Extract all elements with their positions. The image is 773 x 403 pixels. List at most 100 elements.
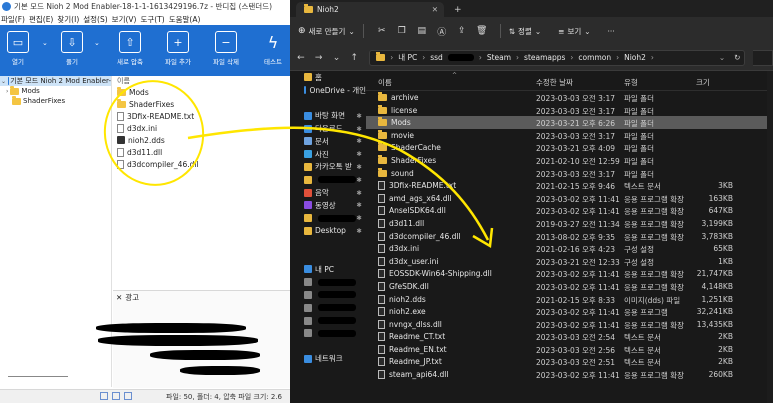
extract-button[interactable]: ⇩ 풀기 ⌄ — [58, 25, 100, 76]
vertical-scrollbar[interactable] — [767, 71, 773, 403]
new-tab-button[interactable]: + — [454, 5, 462, 17]
close-icon[interactable]: ✕ — [432, 5, 438, 14]
sidebar-item[interactable]: 바탕 화면 ✱ — [290, 109, 366, 122]
chevron-right-icon[interactable]: › — [6, 88, 8, 95]
refresh-icon[interactable]: ↻ — [734, 53, 740, 62]
sidebar-item[interactable]: ✱ — [290, 212, 366, 225]
breadcrumb-my-pc[interactable]: 내 PC — [398, 52, 417, 63]
sidebar-item[interactable]: 동영상 ✱ — [290, 199, 366, 212]
table-row[interactable]: nioh2.exe 2023-03-02 오후 11:41 응용 프로그램 32,24… — [366, 305, 773, 318]
icon-view-icon[interactable] — [124, 392, 132, 400]
rename-icon[interactable]: Ⓐ — [432, 25, 452, 38]
table-row[interactable]: nioh2.dds 2021-02-15 오후 8:33 이미지(dds) 파일 1,… — [366, 293, 773, 306]
sidebar-item[interactable] — [290, 289, 366, 302]
tree-root[interactable]: ⌄ 기본 모드 Nioh 2 Mod Enabler- — [0, 76, 111, 86]
table-row[interactable]: EOSSDK-Win64-Shipping.dll 2023-03-02 오후 1… — [366, 267, 773, 280]
up-arrow-icon[interactable]: ↑ — [349, 53, 359, 63]
breadcrumb-steam[interactable]: Steam — [487, 53, 511, 62]
sort-button[interactable]: ⇅ 정렬 ⌄ — [509, 26, 541, 37]
add-file-button[interactable]: + 파일 추가 — [158, 25, 198, 76]
copy-icon[interactable]: ❐ — [392, 26, 412, 36]
share-icon[interactable]: ⇪ — [452, 26, 472, 36]
search-input[interactable] — [753, 49, 773, 66]
file-name-cell: GfeSDK.dll — [378, 281, 429, 291]
table-row[interactable]: 3Dfix-README.txt 2021-02-15 오후 9:46 텍스트 문서… — [366, 179, 773, 192]
chevron-down-icon[interactable]: ⌄ — [42, 39, 48, 47]
table-row[interactable]: Readme_CT.txt 2023-03-03 오전 2:54 텍스트 문서 2KB — [366, 330, 773, 343]
table-row[interactable]: d3dx.ini 2021-02-16 오후 4:23 구성 설정 65KB — [366, 242, 773, 255]
sidebar-item[interactable]: 다운로드 ✱ — [290, 122, 366, 135]
new-archive-button[interactable]: ⇧ 새로 압축 — [110, 25, 150, 76]
sidebar-item[interactable]: 문서 ✱ — [290, 135, 366, 148]
sidebar-item[interactable]: 내 PC — [290, 263, 366, 276]
sidebar-item[interactable]: 음악 ✱ — [290, 186, 366, 199]
chevron-down-icon[interactable]: ⌄ — [719, 53, 725, 62]
table-row[interactable]: ShaderCache 2023-03-21 오후 4:09 파일 폴더 — [366, 141, 773, 154]
column-header-size[interactable]: 크기 — [696, 77, 710, 88]
tree-scrollbar[interactable] — [8, 376, 68, 377]
table-row[interactable]: steam_api64.dll 2023-03-02 오후 11:41 응용 프로그… — [366, 368, 773, 381]
forward-arrow-icon[interactable]: → — [314, 53, 324, 63]
back-arrow-icon[interactable]: ← — [296, 53, 306, 63]
sidebar-item[interactable]: ✱ — [290, 173, 366, 186]
table-row[interactable]: AnselSDK64.dll 2023-03-02 오후 11:41 응용 프로그램… — [366, 204, 773, 217]
chevron-down-icon[interactable]: ⌄ — [332, 53, 342, 63]
table-row[interactable]: GfeSDK.dll 2023-03-02 오후 11:41 응용 프로그램 확장 4… — [366, 280, 773, 293]
table-row[interactable]: d3dcompiler_46.dll 2013-08-02 오후 9:35 응용 프… — [366, 230, 773, 243]
view-button[interactable]: ≡ 보기 ⌄ — [558, 26, 590, 37]
sidebar-item[interactable] — [290, 301, 366, 314]
table-row[interactable]: sound 2023-03-03 오전 3:17 파일 폴더 — [366, 167, 773, 180]
sidebar-item[interactable]: 카카오톡 받 ✱ — [290, 161, 366, 174]
menu-help[interactable]: 도움말(A) — [169, 14, 201, 25]
more-options-button[interactable]: ··· — [608, 27, 615, 36]
breadcrumb-ssd[interactable]: ssd — [430, 53, 443, 62]
sidebar-item[interactable] — [290, 327, 366, 340]
tree-item-mods[interactable]: › Mods — [0, 86, 111, 96]
table-row[interactable]: movie 2023-03-03 오전 3:17 파일 폴더 — [366, 129, 773, 142]
menu-settings[interactable]: 설정(S) — [83, 14, 107, 25]
close-icon[interactable]: ✕ — [116, 293, 122, 302]
delete-file-button[interactable]: − 파일 삭제 — [206, 25, 246, 76]
table-row[interactable]: amd_ags_x64.dll 2023-03-02 오후 11:41 응용 프로그… — [366, 192, 773, 205]
menu-edit[interactable]: 편집(E) — [29, 14, 53, 25]
table-row[interactable]: Readme_EN.txt 2023-03-03 오전 2:56 텍스트 문서 2KB — [366, 343, 773, 356]
cut-icon[interactable]: ✂ — [372, 26, 392, 36]
chevron-down-icon[interactable]: ⌄ — [94, 39, 100, 47]
menu-find[interactable]: 찾기(I) — [57, 14, 79, 25]
breadcrumb-common[interactable]: common — [578, 53, 611, 62]
sidebar-item[interactable]: 홈 — [290, 71, 366, 84]
delete-icon[interactable]: 🗑 — [472, 26, 492, 36]
table-row[interactable]: d3dx_user.ini 2023-03-21 오전 12:33 구성 설정 1KB — [366, 255, 773, 268]
menu-file[interactable]: 파일(F) — [1, 14, 25, 25]
table-row[interactable]: Mods 2023-03-21 오후 6:26 파일 폴더 — [366, 116, 773, 129]
open-button[interactable]: ▭ 열기 ⌄ — [4, 25, 48, 76]
table-row[interactable]: Readme_JP.txt 2023-03-03 오전 2:51 텍스트 문서 2KB — [366, 355, 773, 368]
paste-icon[interactable]: ▤ — [412, 26, 432, 36]
tab-nioh2[interactable]: Nioh2 ✕ — [296, 2, 444, 17]
new-button[interactable]: ⊕ 새로 만들기 ⌄ — [298, 26, 355, 37]
table-row[interactable]: nvngx_dlss.dll 2023-03-02 오후 11:41 응용 프로그램… — [366, 318, 773, 331]
table-row[interactable]: d3d11.dll 2019-03-27 오전 11:34 응용 프로그램 확장 3,… — [366, 217, 773, 230]
table-row[interactable]: ShaderFixes 2021-02-10 오전 12:59 파일 폴더 — [366, 154, 773, 167]
sidebar-item[interactable]: 사진 ✱ — [290, 148, 366, 161]
sidebar-item[interactable]: 네트워크 — [290, 353, 366, 366]
file-date: 2023-03-03 오전 3:17 — [536, 106, 615, 116]
sidebar-item[interactable] — [290, 314, 366, 327]
breadcrumb-steamapps[interactable]: steamapps — [524, 53, 565, 62]
table-row[interactable]: license 2023-03-03 오전 3:17 파일 폴더 — [366, 104, 773, 117]
sidebar-item[interactable]: Desktop ✱ — [290, 225, 366, 238]
column-header-name[interactable]: 이름 — [378, 77, 392, 88]
column-header-type[interactable]: 유형 — [624, 77, 638, 88]
breadcrumb-nioh2[interactable]: Nioh2 — [624, 53, 646, 62]
sidebar-item[interactable] — [290, 276, 366, 289]
table-row[interactable]: archive 2023-03-03 오전 3:17 파일 폴더 — [366, 91, 773, 104]
sidebar-item[interactable]: OneDrive - 개인 — [290, 84, 366, 97]
details-view-icon[interactable] — [100, 392, 108, 400]
menu-view[interactable]: 보기(V) — [112, 14, 137, 25]
list-view-icon[interactable] — [112, 392, 120, 400]
tree-item-shaderfixes[interactable]: ShaderFixes — [0, 96, 111, 106]
test-button[interactable]: ϟ 테스트 — [256, 25, 290, 76]
menu-tools[interactable]: 도구(T) — [140, 14, 164, 25]
column-header-date[interactable]: 수정한 날짜 — [536, 77, 573, 88]
address-bar[interactable]: › 내 PC › ssd › Steam › steamapps › commo… — [369, 49, 746, 66]
